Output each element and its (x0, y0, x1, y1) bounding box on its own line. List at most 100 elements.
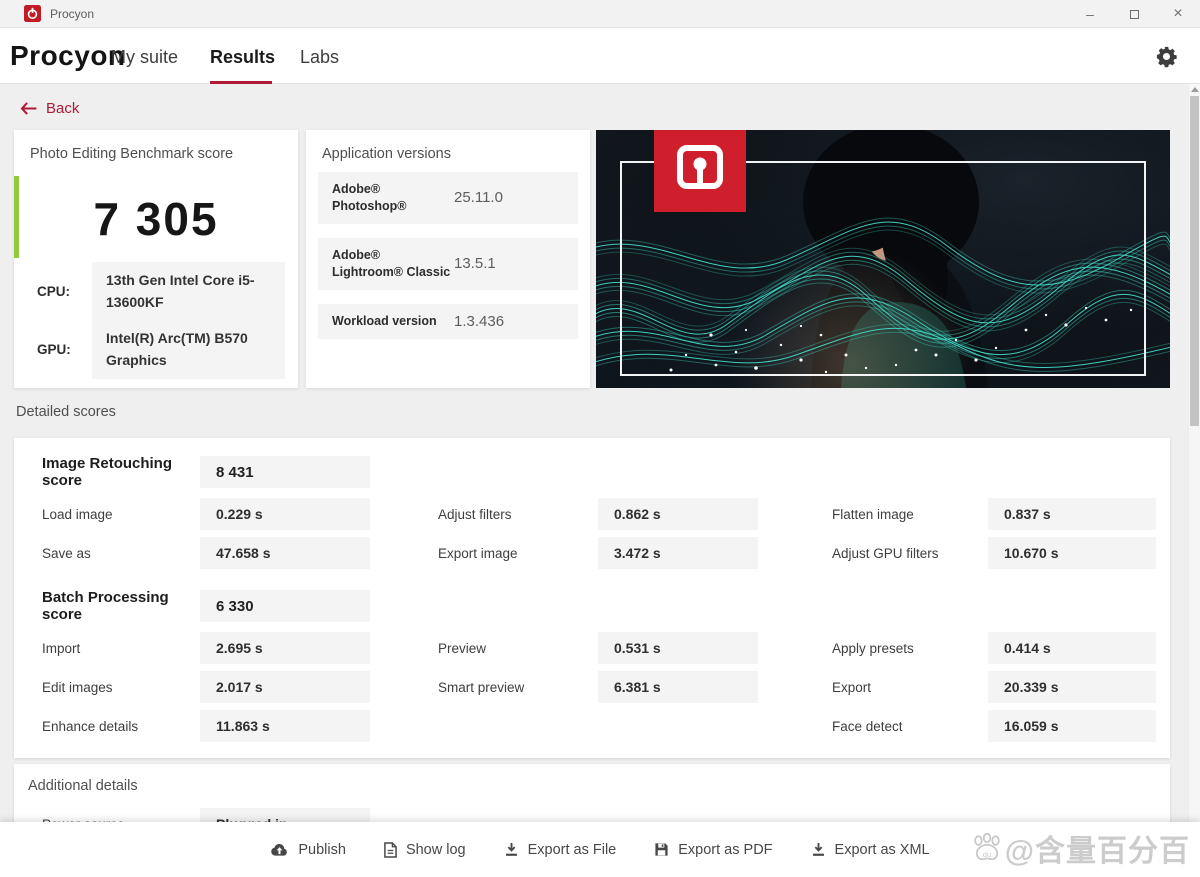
metric-value: 47.658 s (200, 537, 370, 569)
metric-value: 0.837 s (988, 498, 1156, 530)
procyon-logo-icon (24, 5, 41, 22)
tab-my-suite[interactable]: My suite (111, 47, 178, 68)
show-log-label: Show log (406, 842, 466, 858)
metric-value: 3.472 s (598, 537, 758, 569)
tab-results[interactable]: Results (210, 47, 275, 68)
gpu-label: GPU: (14, 342, 92, 357)
version-row-lightroom: Adobe® Lightroom® Classic 13.5.1 (318, 238, 578, 290)
publish-button[interactable]: Publish (270, 842, 346, 858)
back-label: Back (46, 100, 79, 117)
show-log-button[interactable]: Show log (384, 842, 466, 858)
vertical-scrollbar[interactable] (1188, 84, 1200, 822)
export-xml-label: Export as XML (835, 842, 930, 858)
export-file-button[interactable]: Export as File (504, 842, 617, 858)
cpu-value: 13th Gen Intel Core i5-13600KF (92, 262, 285, 321)
export-file-label: Export as File (528, 842, 617, 858)
export-pdf-label: Export as PDF (678, 842, 772, 858)
version-label: Workload version (332, 313, 454, 330)
export-xml-button[interactable]: Export as XML (811, 842, 930, 858)
title-bar: Procyon – × (0, 0, 1200, 28)
metric-row: Enhance details 11.863 s Face detect 16.… (28, 710, 1158, 742)
metric-label: Smart preview (424, 680, 598, 695)
download-icon (504, 842, 519, 857)
window-title: Procyon (50, 7, 94, 21)
metric-label: Import (28, 641, 200, 656)
tab-labs[interactable]: Labs (300, 47, 339, 68)
scrollbar-thumb[interactable] (1190, 96, 1199, 426)
metric-value (598, 710, 758, 742)
versions-card-title: Application versions (322, 146, 451, 162)
version-label: Adobe® Lightroom® Classic (332, 247, 454, 281)
metric-label: Edit images (28, 680, 200, 695)
version-value: 13.5.1 (454, 255, 496, 272)
metric-label: Adjust GPU filters (818, 546, 988, 561)
detailed-scores-heading: Detailed scores (16, 404, 116, 420)
metric-value: 2.017 s (200, 671, 370, 703)
procyon-hero-logo-icon (654, 130, 746, 212)
benchmark-hero-image (596, 130, 1170, 388)
benchmark-score-card: Photo Editing Benchmark score 7 305 CPU:… (14, 130, 298, 388)
metric-label: Flatten image (818, 507, 988, 522)
metric-value: 16.059 s (988, 710, 1156, 742)
score-row-batch-processing: Batch Processing score 6 330 (28, 589, 1158, 623)
metric-row: Save as 47.658 s Export image 3.472 s Ad… (28, 537, 1158, 569)
metric-value: 0.229 s (200, 498, 370, 530)
metric-value: 20.339 s (988, 671, 1156, 703)
active-tab-underline (210, 81, 272, 84)
version-row-workload: Workload version 1.3.436 (318, 304, 578, 339)
metric-value: 10.670 s (988, 537, 1156, 569)
gpu-value: Intel(R) Arc(TM) B570 Graphics (92, 320, 285, 379)
detailed-scores-card: Image Retouching score 8 431 Load image … (14, 438, 1170, 758)
metric-value: 0.414 s (988, 632, 1156, 664)
metric-label: Face detect (818, 719, 988, 734)
application-versions-card: Application versions Adobe® Photoshop® 2… (306, 130, 590, 388)
back-button[interactable]: Back (20, 96, 79, 120)
minimize-button[interactable]: – (1068, 0, 1112, 28)
score-card-title: Photo Editing Benchmark score (30, 146, 233, 162)
metric-value: 6.381 s (598, 671, 758, 703)
subscore-label: Image Retouching score (28, 455, 200, 489)
metric-row: Load image 0.229 s Adjust filters 0.862 … (28, 498, 1158, 530)
back-arrow-icon (20, 102, 37, 115)
cpu-label: CPU: (14, 284, 92, 299)
metric-label: Adjust filters (424, 507, 598, 522)
metric-label: Apply presets (818, 641, 988, 656)
save-icon (654, 842, 669, 857)
metric-row: Edit images 2.017 s Smart preview 6.381 … (28, 671, 1158, 703)
version-label: Adobe® Photoshop® (332, 181, 454, 215)
download-icon (811, 842, 826, 857)
footer-action-bar: Publish Show log Export as File Export a… (0, 822, 1200, 877)
version-value: 1.3.436 (454, 313, 504, 330)
subscore-value: 8 431 (200, 456, 370, 488)
metric-label: Export image (424, 546, 598, 561)
nav-bar: Procyon My suite Results Labs (0, 28, 1200, 84)
version-value: 25.11.0 (454, 189, 503, 206)
brand-wordmark: Procyon (10, 40, 126, 72)
metric-value: 0.531 s (598, 632, 758, 664)
metric-value: 11.863 s (200, 710, 370, 742)
maximize-button[interactable] (1112, 0, 1156, 28)
additional-details-heading: Additional details (28, 778, 1158, 794)
subscore-label: Batch Processing score (28, 589, 200, 623)
metric-label: Preview (424, 641, 598, 656)
version-row-photoshop: Adobe® Photoshop® 25.11.0 (318, 172, 578, 224)
benchmark-score-value: 7 305 (14, 192, 298, 246)
publish-label: Publish (298, 842, 346, 858)
metric-value: 2.695 s (200, 632, 370, 664)
document-icon (384, 842, 397, 858)
subscore-value: 6 330 (200, 590, 370, 622)
close-button[interactable]: × (1156, 0, 1200, 28)
metric-label: Export (818, 680, 988, 695)
metric-value: 0.862 s (598, 498, 758, 530)
metric-label: Enhance details (28, 719, 200, 734)
metric-label: Save as (28, 546, 200, 561)
metric-row: Import 2.695 s Preview 0.531 s Apply pre… (28, 632, 1158, 664)
metric-label: Load image (28, 507, 200, 522)
cloud-upload-icon (270, 842, 289, 857)
score-row-image-retouching: Image Retouching score 8 431 (28, 455, 1158, 489)
procyon-app-window: Procyon – × Procyon My suite Results Lab… (0, 0, 1200, 877)
scroll-up-arrow-icon[interactable] (1191, 87, 1199, 92)
export-pdf-button[interactable]: Export as PDF (654, 842, 772, 858)
gear-icon[interactable] (1155, 45, 1178, 68)
maximize-icon (1130, 10, 1139, 19)
